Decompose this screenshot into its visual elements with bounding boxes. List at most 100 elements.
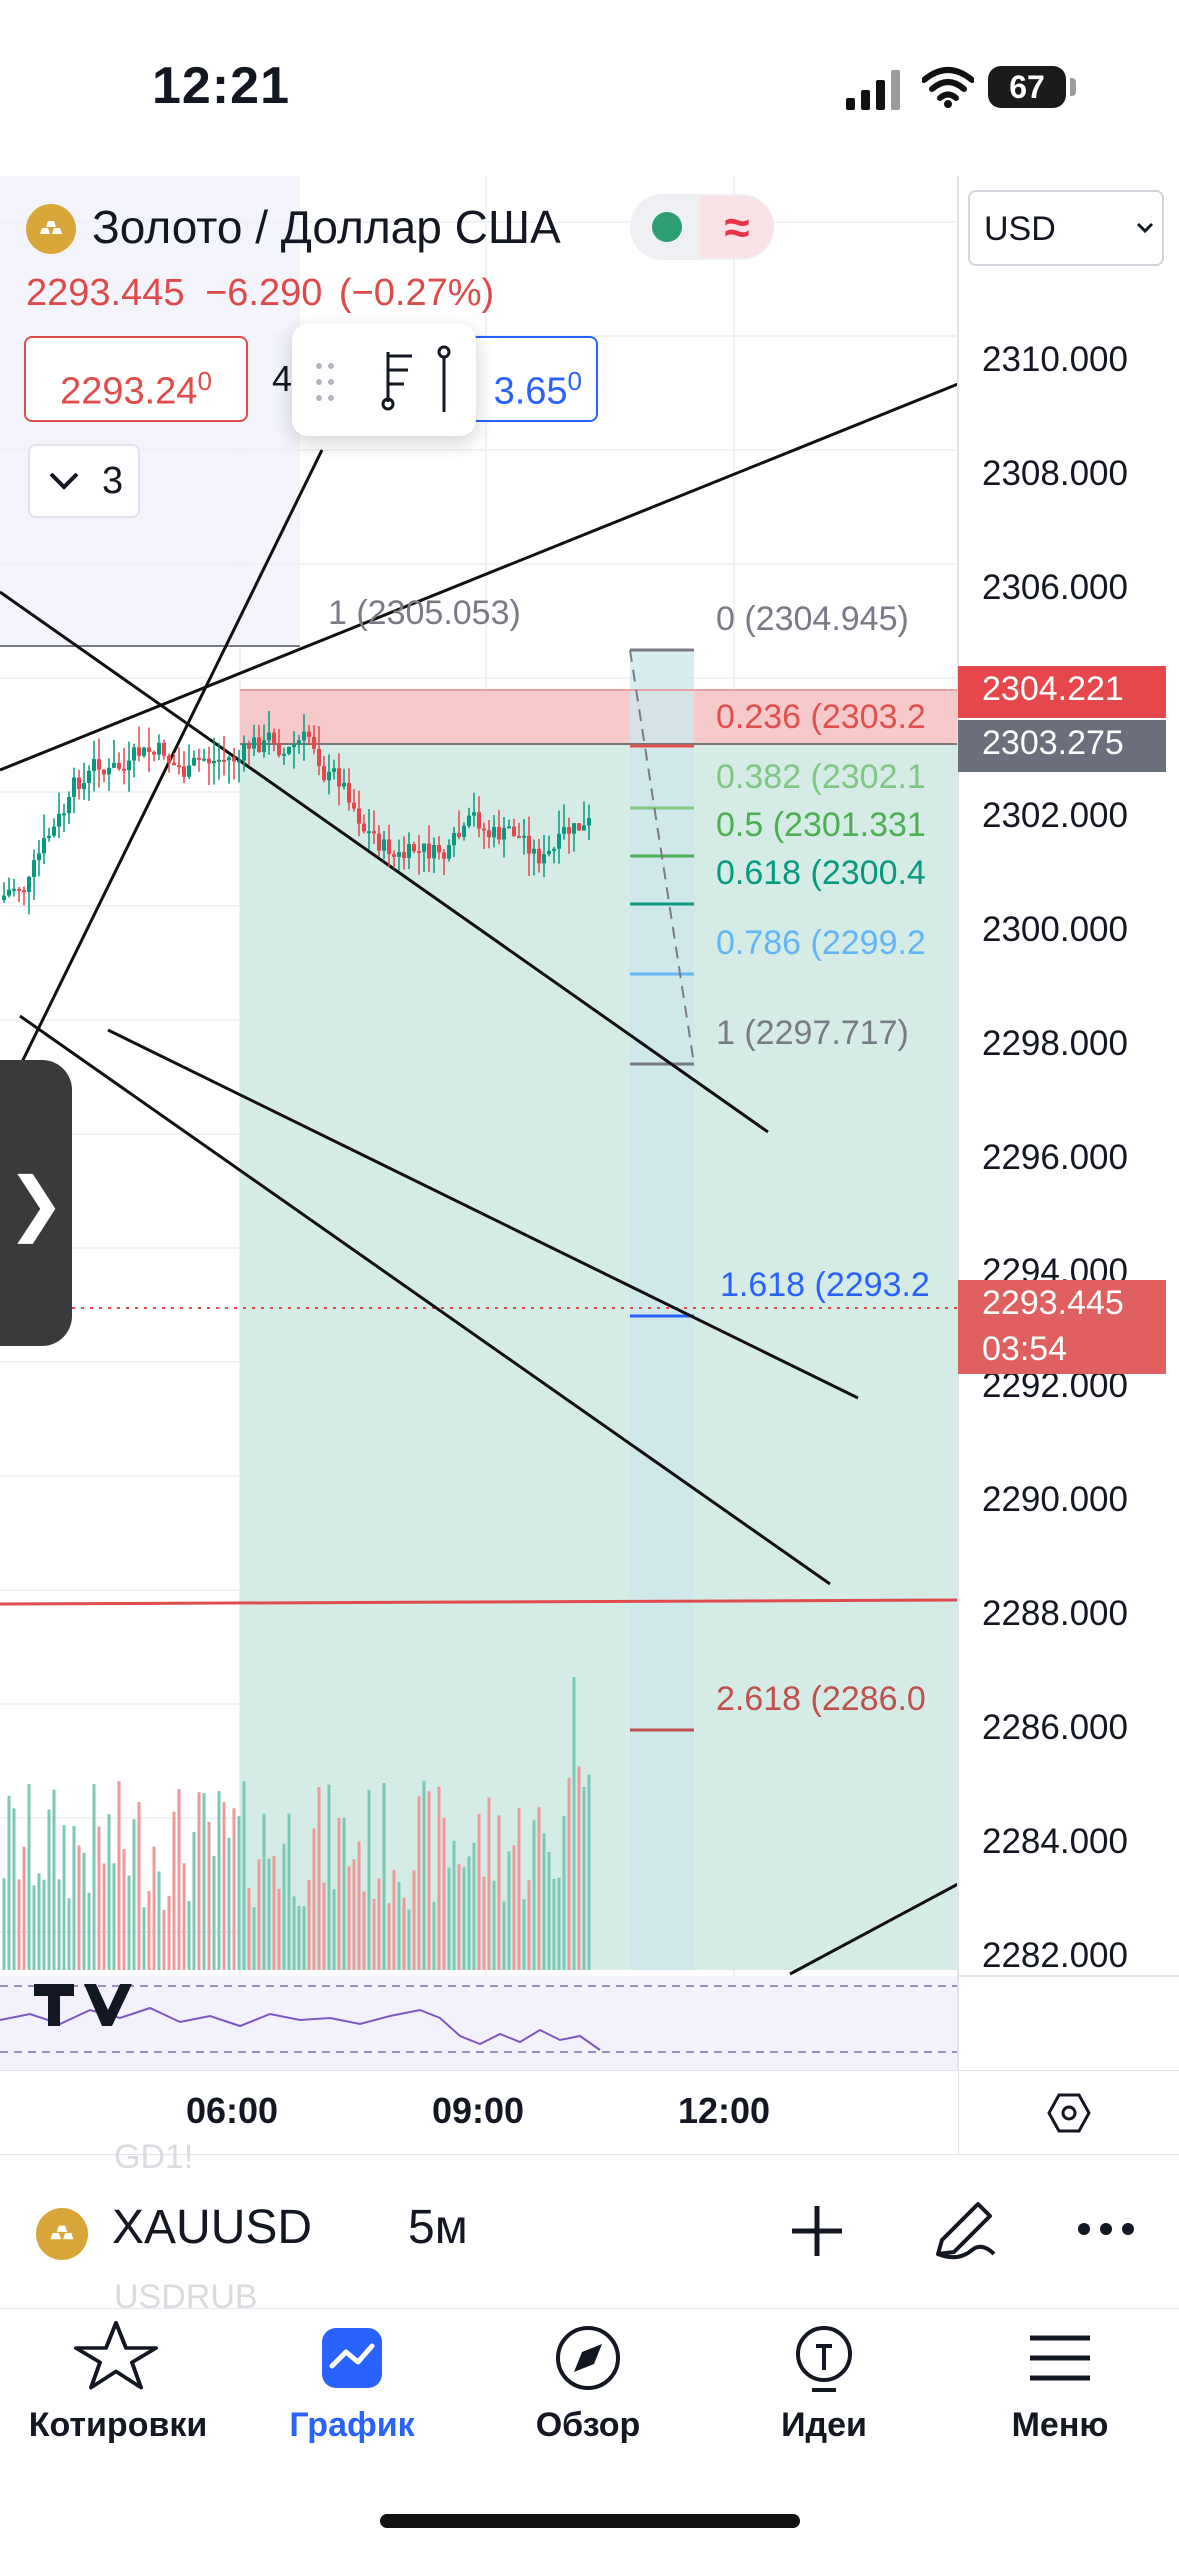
volume-bar: [297, 1905, 301, 1970]
side-panel-toggle[interactable]: ❯: [0, 1060, 72, 1346]
volume-bar: [582, 1786, 586, 1970]
tab-chart[interactable]: [252, 2318, 452, 2403]
candle-body: [252, 737, 256, 749]
more-icon[interactable]: [1076, 2220, 1136, 2238]
price-tick: 2306.000: [982, 568, 1128, 607]
price-tick: 2310.000: [982, 340, 1128, 379]
plus-icon[interactable]: [788, 2202, 846, 2260]
volume-bar: [487, 1797, 491, 1970]
candle-body: [417, 851, 421, 854]
hexagon-settings-icon[interactable]: [1047, 2093, 1091, 2133]
sell-button[interactable]: 2293.240: [24, 336, 248, 422]
candle-body: [32, 860, 36, 877]
candle-body: [582, 825, 586, 831]
indicators-toggle[interactable]: 3: [28, 444, 140, 518]
tab-ideas-label[interactable]: Идеи: [706, 2406, 942, 2445]
interval-selector[interactable]: 5м: [408, 2200, 468, 2255]
fib-tool-icon[interactable]: [378, 348, 418, 412]
tab-ideas[interactable]: [724, 2318, 924, 2403]
volume-bar: [472, 1842, 476, 1970]
volume-bar: [332, 1889, 336, 1970]
volume-bar: [372, 1898, 376, 1970]
volume-bar: [537, 1807, 541, 1970]
volume-bar: [112, 1863, 116, 1970]
wifi-icon: [922, 67, 974, 108]
symbol-title[interactable]: Золото / Доллар США: [92, 200, 561, 254]
volume-bar: [147, 1891, 151, 1970]
volume-bar: [257, 1859, 261, 1970]
indicators-count: 3: [102, 460, 124, 502]
fib-level-label: 1.618 (2293.2: [720, 1266, 930, 1304]
candle-body: [347, 782, 351, 803]
drag-handle-icon[interactable]: [314, 360, 338, 404]
volume-bar: [457, 1864, 461, 1970]
volume-bar: [437, 1786, 441, 1970]
trend-line-icon[interactable]: [434, 344, 454, 416]
candle-body: [387, 839, 391, 855]
tab-overview-label[interactable]: Обзор: [470, 2406, 706, 2445]
volume-bar: [127, 1875, 131, 1970]
volume-bar: [137, 1802, 141, 1970]
tab-quotes[interactable]: [16, 2318, 216, 2403]
tab-chart-label[interactable]: График: [234, 2406, 470, 2445]
currency-select[interactable]: USD: [968, 190, 1164, 266]
candle-body: [117, 762, 121, 769]
volume-bar: [152, 1846, 156, 1970]
delayed-data-icon[interactable]: ≈: [700, 196, 774, 258]
price-tick: 2286.000: [982, 1708, 1128, 1747]
candle-body: [127, 760, 131, 771]
candle-body: [47, 835, 51, 839]
volume-bar: [477, 1813, 481, 1970]
chevron-down-icon: [1136, 222, 1154, 234]
candle-body: [2, 895, 6, 900]
volume-bar: [357, 1841, 361, 1970]
volume-bar: [232, 1808, 236, 1970]
volume-bar: [37, 1873, 41, 1970]
volume-bar: [507, 1851, 511, 1970]
currency-value: USD: [984, 210, 1056, 248]
volume-bar: [162, 1909, 166, 1970]
candle-body: [382, 839, 386, 851]
time-tick: 12:00: [678, 2090, 771, 2131]
volume-bar: [237, 1816, 241, 1970]
price-badge-value: 2303.275: [982, 724, 1124, 762]
candle-body: [147, 747, 151, 752]
pen-drawing-icon[interactable]: [928, 2196, 998, 2266]
volume-bar: [482, 1876, 486, 1970]
tab-quotes-label[interactable]: Котировки: [0, 2406, 236, 2445]
floating-drawing-toolbar[interactable]: [292, 324, 476, 436]
chart-settings[interactable]: [958, 2070, 1179, 2155]
candle-body: [172, 762, 176, 766]
volume-bar: [342, 1817, 346, 1970]
candle-body: [577, 823, 581, 831]
volume-bar: [72, 1825, 76, 1970]
tab-menu-label[interactable]: Меню: [942, 2406, 1178, 2445]
tab-overview[interactable]: [488, 2318, 688, 2403]
candle-body: [472, 812, 476, 816]
volume-bar: [7, 1795, 11, 1970]
candle-body: [167, 755, 171, 763]
price-tick: 2288.000: [982, 1594, 1128, 1633]
candle-body: [397, 852, 401, 857]
volume-bar: [252, 1907, 256, 1970]
volume-bar: [387, 1903, 391, 1970]
candle-body: [162, 742, 166, 756]
volume-bar: [92, 1784, 96, 1970]
candle-body: [352, 802, 356, 809]
volume-bar: [67, 1898, 71, 1970]
volume-bar: [182, 1863, 186, 1970]
lightbulb-icon: [796, 2326, 852, 2392]
candle-body: [527, 835, 531, 854]
time-tick: 06:00: [186, 2090, 279, 2131]
volume-bar: [267, 1858, 271, 1970]
volume-bar: [547, 1851, 551, 1970]
candle-body: [552, 848, 556, 851]
candle-body: [287, 747, 291, 754]
candle-body: [62, 813, 66, 816]
symbol-selector[interactable]: XAUUSD: [112, 2200, 312, 2255]
candle-body: [297, 740, 301, 745]
candle-body: [517, 836, 521, 839]
candle-body: [182, 766, 186, 777]
tab-menu[interactable]: [960, 2318, 1160, 2403]
price-tick: 2290.000: [982, 1480, 1128, 1519]
